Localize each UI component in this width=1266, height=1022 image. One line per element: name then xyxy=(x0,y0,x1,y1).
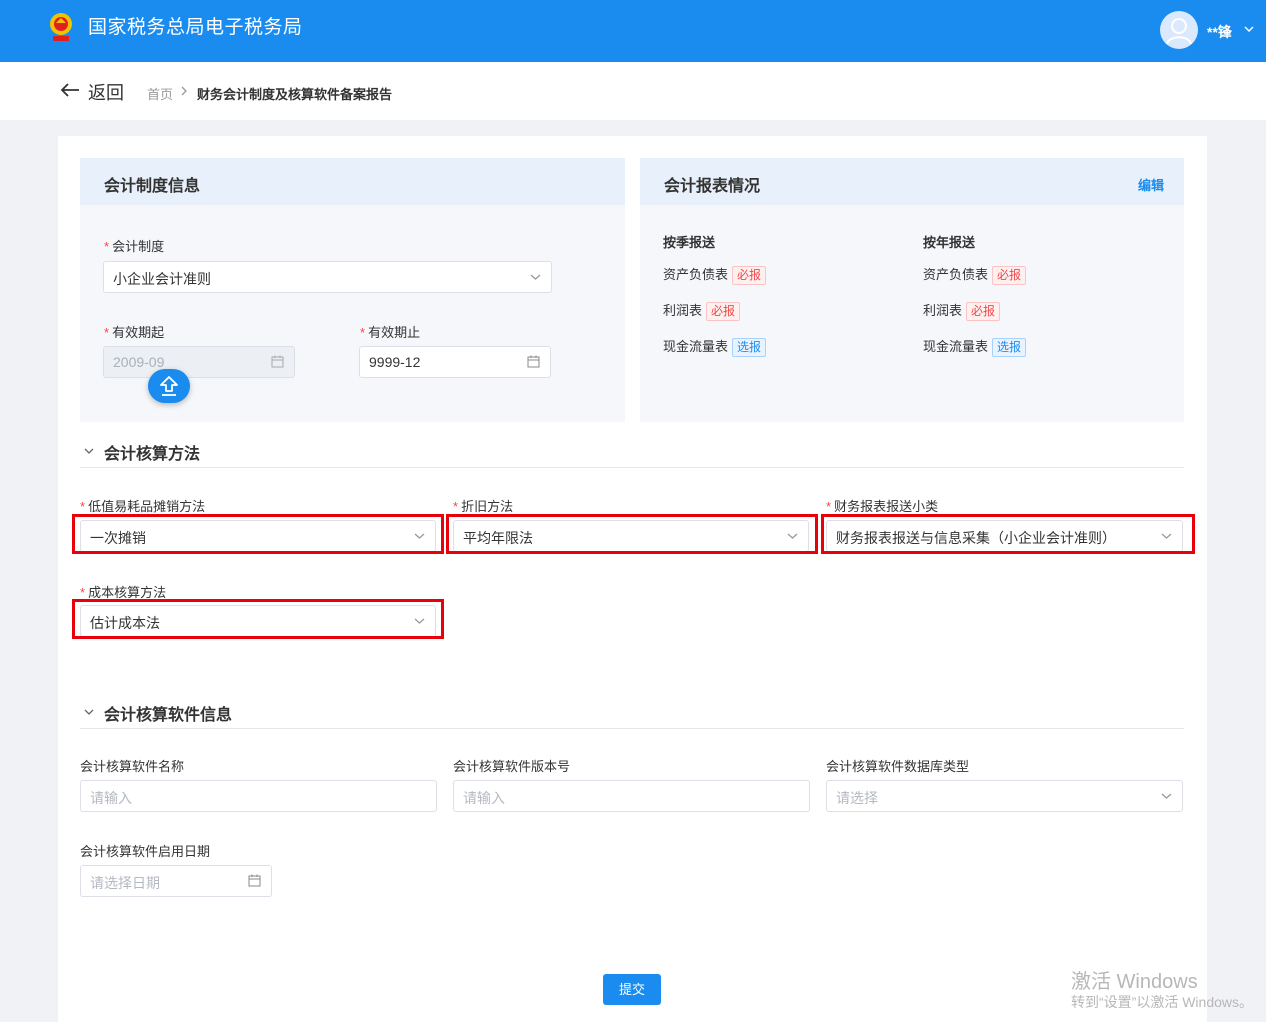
required-marker: * xyxy=(80,499,86,514)
field-label: * 会计制度 xyxy=(104,239,165,254)
chevron-down-icon[interactable] xyxy=(1243,24,1255,34)
database-type-select[interactable]: 请选择 xyxy=(826,780,1183,812)
report-item: 资产负债表 必报 xyxy=(923,264,1027,285)
optional-tag: 选报 xyxy=(992,338,1027,357)
optional-tag: 选报 xyxy=(732,338,767,357)
annual-heading: 按年报送 xyxy=(923,235,976,250)
chevron-right-icon xyxy=(181,86,187,96)
activation-watermark-subtitle: 转到“设置”以激活 Windows。 xyxy=(1071,994,1254,1010)
required-marker: * xyxy=(104,325,110,340)
quarterly-heading: 按季报送 xyxy=(663,235,716,250)
panel-header: 会计报表情况 编辑 xyxy=(640,158,1184,205)
required-marker: * xyxy=(826,499,832,514)
software-section-header[interactable]: 会计核算软件信息 xyxy=(80,697,1184,729)
chevron-down-icon xyxy=(84,709,94,715)
report-item: 现金流量表 选报 xyxy=(663,336,767,357)
field-label: 会计核算软件数据库类型 xyxy=(826,759,970,774)
user-name[interactable]: **锋 xyxy=(1207,22,1232,42)
field-label: * 财务报表报送小类 xyxy=(826,499,939,514)
required-marker: * xyxy=(360,325,366,340)
report-item: 资产负债表 必报 xyxy=(663,264,767,285)
required-marker: * xyxy=(104,239,110,254)
back-arrow-icon[interactable] xyxy=(60,82,80,98)
chevron-down-icon xyxy=(530,274,541,280)
field-label: * 折旧方法 xyxy=(453,499,514,514)
chevron-down-icon xyxy=(1161,793,1172,799)
edit-link[interactable]: 编辑 xyxy=(1138,175,1164,194)
field-label: 会计核算软件启用日期 xyxy=(80,844,211,859)
required-marker: * xyxy=(80,585,86,600)
app-title: 国家税务总局电子税务局 xyxy=(88,17,303,38)
field-label: * 低值易耗品摊销方法 xyxy=(80,499,206,514)
activation-watermark-title: 激活 Windows xyxy=(1071,971,1198,993)
user-avatar[interactable] xyxy=(1160,11,1198,49)
user-icon xyxy=(1166,18,1192,45)
back-button[interactable]: 返回 xyxy=(88,79,124,105)
report-item: 利润表 必报 xyxy=(663,300,741,321)
highlight-box xyxy=(72,514,444,554)
required-tag: 必报 xyxy=(732,266,767,285)
field-label: 会计核算软件版本号 xyxy=(453,759,571,774)
section-title: 会计核算方法 xyxy=(104,446,201,463)
calendar-icon xyxy=(248,874,261,887)
end-date-field[interactable]: 9999-12 xyxy=(359,346,551,378)
highlight-box xyxy=(821,514,1195,554)
calendar-icon xyxy=(271,355,284,368)
field-label: * 有效期起 xyxy=(104,325,165,340)
tax-emblem-icon xyxy=(50,13,72,41)
report-item: 现金流量表 选报 xyxy=(923,336,1027,357)
highlight-box xyxy=(446,514,818,554)
methods-section-header[interactable]: 会计核算方法 xyxy=(80,436,1184,468)
reports-panel: 会计报表情况 编辑 按季报送 资产负债表 必报 利润表 必报 现金流量表 选报 按年报… xyxy=(640,158,1184,422)
breadcrumb-home[interactable]: 首页 xyxy=(147,84,173,103)
field-label: * 有效期止 xyxy=(360,325,421,340)
report-item: 利润表 必报 xyxy=(923,300,1001,321)
submit-button[interactable]: 提交 xyxy=(603,974,661,1005)
start-date-field: 2009-09 xyxy=(103,346,295,378)
accounting-system-select[interactable]: 小企业会计准则 xyxy=(103,261,552,293)
highlight-box xyxy=(72,599,444,639)
main-card: 会计制度信息 * 会计制度 小企业会计准则 * 有效期起 2009-09 * 有效期止… xyxy=(58,136,1207,1022)
software-name-input[interactable]: 请输入 xyxy=(80,780,437,812)
calendar-icon xyxy=(527,355,540,368)
panel-header: 会计制度信息 xyxy=(80,158,625,205)
breadcrumb-current: 财务会计制度及核算软件备案报告 xyxy=(197,87,393,102)
breadcrumb-bar: 返回 首页 财务会计制度及核算软件备案报告 xyxy=(0,62,1266,120)
top-bar: 国家税务总局电子税务局 **锋 xyxy=(0,0,1266,62)
required-marker: * xyxy=(453,499,459,514)
software-start-date-field[interactable]: 请选择日期 xyxy=(80,865,272,897)
panel-title: 会计制度信息 xyxy=(104,178,201,195)
required-tag: 必报 xyxy=(706,302,741,321)
section-title: 会计核算软件信息 xyxy=(104,707,233,724)
required-tag: 必报 xyxy=(992,266,1027,285)
panel-title: 会计报表情况 xyxy=(664,178,761,195)
upload-button[interactable] xyxy=(148,369,190,403)
required-tag: 必报 xyxy=(966,302,1001,321)
software-version-input[interactable]: 请输入 xyxy=(453,780,810,812)
upload-arrow-icon xyxy=(160,376,178,396)
chevron-down-icon xyxy=(84,448,94,454)
field-label: 会计核算软件名称 xyxy=(80,759,185,774)
